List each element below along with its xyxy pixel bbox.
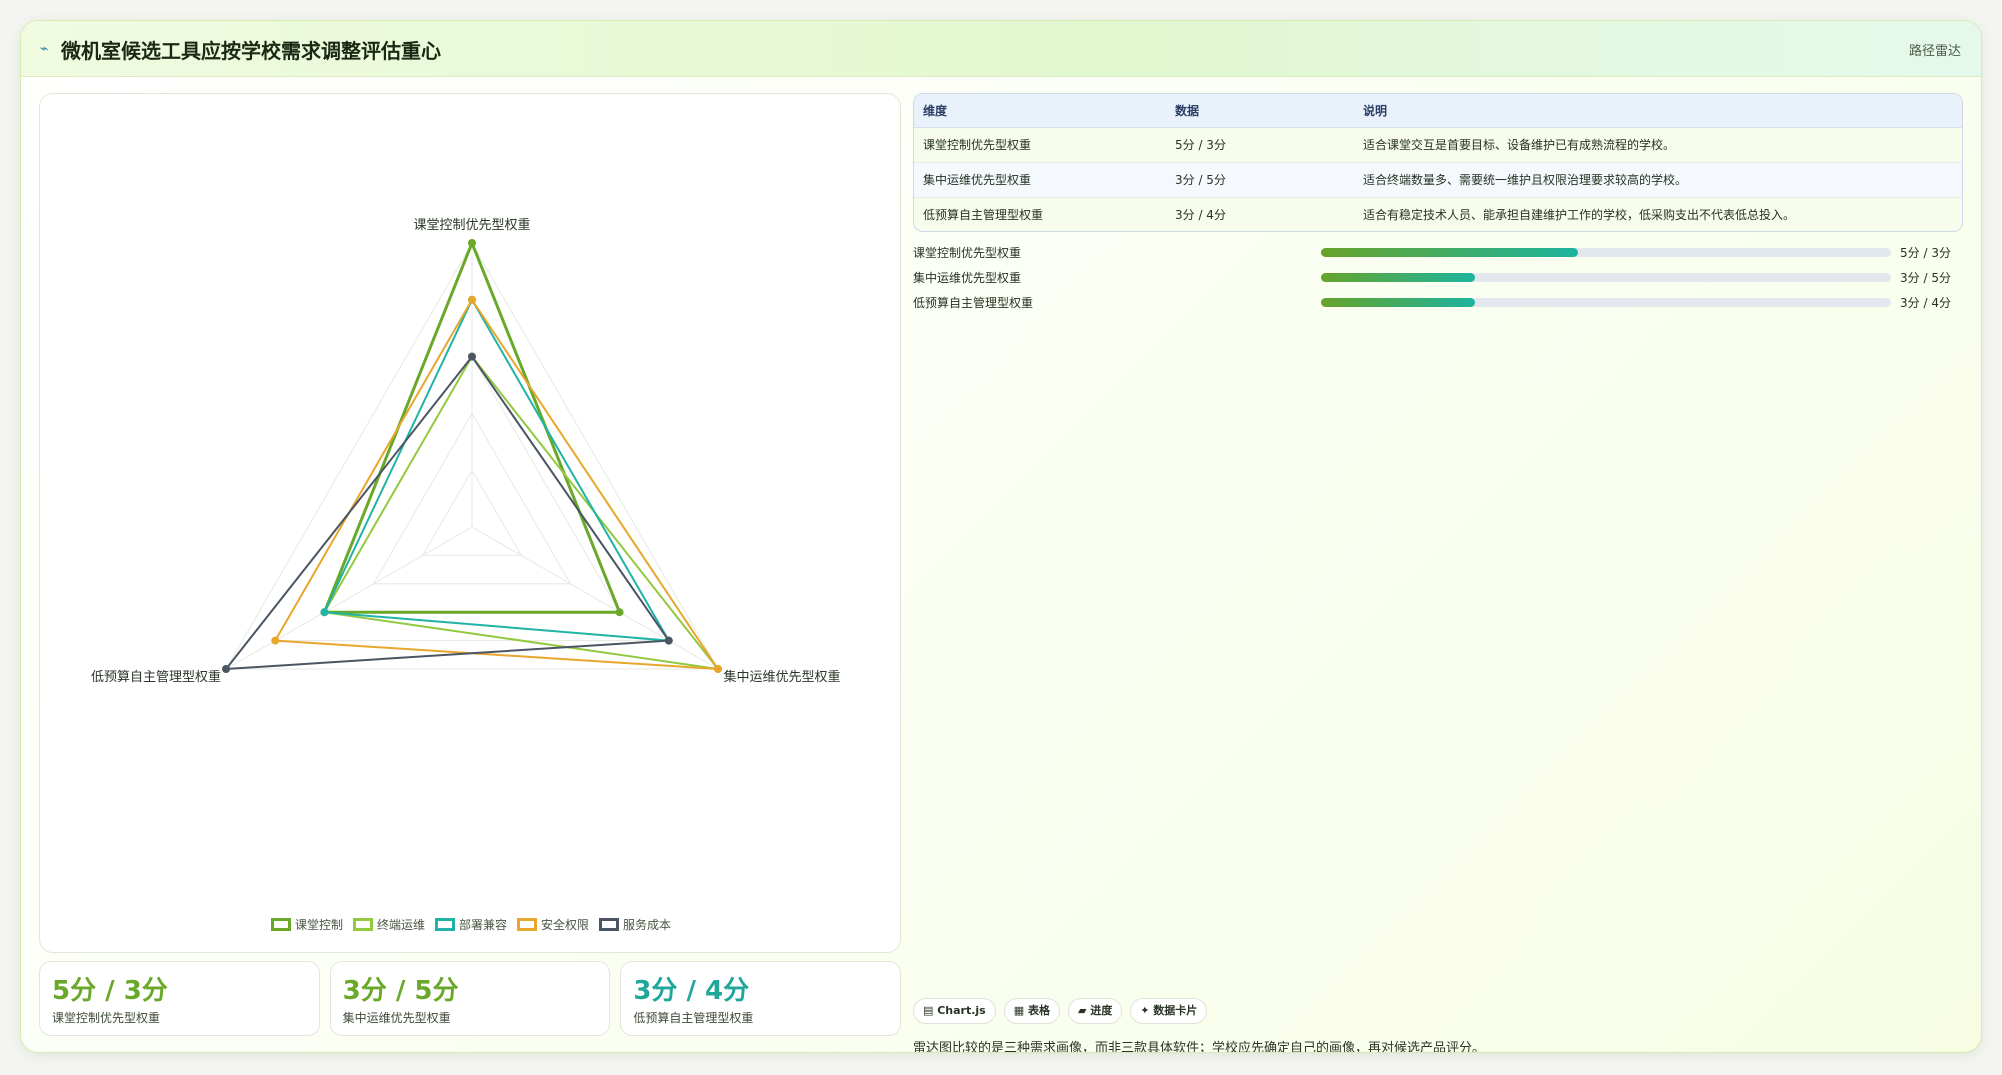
table-header-cell: 说明 xyxy=(1354,94,1962,128)
table-header-cell: 维度 xyxy=(914,94,1166,128)
page-title: 微机室候选工具应按学校需求调整评估重心 xyxy=(61,39,441,63)
legend-swatch xyxy=(270,918,291,931)
progress-track xyxy=(1321,248,1891,257)
progress-row: 集中运维优先型权重 3分 / 5分 xyxy=(913,268,1963,293)
legend-label: 课堂控制 xyxy=(294,918,343,932)
series-point xyxy=(468,352,476,361)
chip-data-card[interactable]: ✦ 数据卡片 xyxy=(1130,998,1208,1024)
chip-chartjs[interactable]: ▤ Chart.js xyxy=(913,998,996,1024)
legend-item[interactable]: 终端运维 xyxy=(352,916,425,933)
legend-swatch xyxy=(434,918,455,931)
axis-label: 低预算自主管理型权重 xyxy=(91,669,221,685)
progress-track xyxy=(1321,273,1891,282)
kpi-card: 3分 / 5分 集中运维优先型权重 xyxy=(329,961,611,1036)
series-point xyxy=(615,608,624,617)
table-cell-dim: 集中运维优先型权重 xyxy=(914,162,1166,198)
table-cell-data: 3分 / 5分 xyxy=(1166,162,1354,198)
header-bar: ⌁ 微机室候选工具应按学校需求调整评估重心 路径雷达 xyxy=(21,21,1981,77)
progress-value: 3分 / 5分 xyxy=(1900,271,1951,285)
kpi-card: 5分 / 3分 课堂控制优先型权重 xyxy=(39,961,320,1036)
series-point xyxy=(468,239,476,247)
legend-swatch xyxy=(352,918,373,931)
progress-label: 集中运维优先型权重 xyxy=(913,271,1022,285)
chart-line-icon: ⌁ xyxy=(40,41,49,57)
table-cell-data: 3分 / 4分 xyxy=(1166,197,1354,231)
footnote: 雷达图比较的是三种需求画像，而非三款具体软件；学校应先确定自己的画像，再对候选产… xyxy=(913,1041,1486,1053)
series-point xyxy=(713,665,722,673)
progress-value: 3分 / 4分 xyxy=(1900,296,1951,310)
progress-row: 课堂控制优先型权重 5分 / 3分 xyxy=(913,243,1963,268)
table-row: 低预算自主管理型权重 3分 / 4分 适合有稳定技术人员、能承担自建维护工作的学… xyxy=(914,197,1962,231)
progress-label: 课堂控制优先型权重 xyxy=(913,246,1022,260)
data-table-panel: 维度 数据 说明 课堂控制优先型权重 5分 / 3分 适合课堂交互是首要目标、设… xyxy=(913,93,1963,232)
progress-fill xyxy=(1321,298,1475,307)
kpi-cards: 5分 / 3分 课堂控制优先型权重 3分 / 5分 集中运维优先型权重 3分 /… xyxy=(39,961,902,1036)
progress-fill xyxy=(1321,273,1475,282)
progress-row: 低预算自主管理型权重 3分 / 4分 xyxy=(913,293,1963,318)
series-point xyxy=(664,636,673,645)
main-card: ⌁ 微机室候选工具应按学校需求调整评估重心 路径雷达 课堂控制优先型权重 集中运维… xyxy=(20,20,1982,1053)
table-cell-desc: 适合终端数量多、需要统一维护且权限治理要求较高的学校。 xyxy=(1354,162,1962,198)
table-cell-dim: 低预算自主管理型权重 xyxy=(914,197,1166,231)
kpi-value: 3分 / 4分 xyxy=(633,976,750,1006)
progress-value: 5分 / 3分 xyxy=(1900,246,1951,260)
table-row: 集中运维优先型权重 3分 / 5分 适合终端数量多、需要统一维护且权限治理要求较… xyxy=(914,162,1962,198)
series-line xyxy=(323,298,670,642)
table-cell-desc: 适合有稳定技术人员、能承担自建维护工作的学校，低采购支出不代表低总投入。 xyxy=(1354,197,1962,231)
chart-legend: 课堂控制 终端运维 部署兼容 安全权限 服务成本 xyxy=(40,916,902,933)
chip-table[interactable]: ▦ 表格 xyxy=(1003,998,1060,1024)
legend-item[interactable]: 安全权限 xyxy=(517,916,589,933)
radar-chart-panel: 课堂控制优先型权重集中运维优先型权重 低预算自主管理型权重 课堂控制 终端运维 部署兼… xyxy=(39,93,901,953)
kpi-label: 课堂控制优先型权重 xyxy=(52,1011,161,1025)
legend-swatch xyxy=(517,918,537,931)
kpi-label: 低预算自主管理型权重 xyxy=(633,1011,754,1025)
series-point xyxy=(222,665,231,673)
kpi-value: 5分 / 3分 xyxy=(52,976,168,1006)
legend-label: 安全权限 xyxy=(541,918,590,932)
progress-label: 低预算自主管理型权重 xyxy=(913,296,1034,310)
table-row: 课堂控制优先型权重 5分 / 3分 适合课堂交互是首要目标、设备维护已有成熟流程… xyxy=(914,127,1962,163)
table-header-cell: 数据 xyxy=(1166,94,1354,128)
data-table: 维度 数据 说明 课堂控制优先型权重 5分 / 3分 适合课堂交互是首要目标、设… xyxy=(914,94,1962,231)
table-cell-desc: 适合课堂交互是首要目标、设备维护已有成熟流程的学校。 xyxy=(1354,127,1962,163)
legend-item[interactable]: 服务成本 xyxy=(599,916,671,933)
legend-swatch xyxy=(599,918,620,931)
legend-item[interactable]: 课堂控制 xyxy=(270,916,343,933)
kpi-value: 3分 / 5分 xyxy=(342,976,459,1006)
series-point xyxy=(320,608,329,617)
progress-list: 课堂控制优先型权重 5分 / 3分 集中运维优先型权重 3分 / 5分 低预算自… xyxy=(913,243,1963,318)
progress-track xyxy=(1321,298,1891,307)
progress-fill xyxy=(1321,248,1578,257)
legend-label: 部署兼容 xyxy=(458,918,507,932)
feature-chips: ▤ Chart.js ▦ 表格 ▰ 进度 ✦ 数据卡片 xyxy=(913,998,1208,1024)
series-point xyxy=(271,636,280,645)
legend-label: 服务成本 xyxy=(623,918,672,932)
legend-label: 终端运维 xyxy=(376,918,425,932)
legend-item[interactable]: 部署兼容 xyxy=(434,916,507,933)
view-tag: 路径雷达 xyxy=(1908,44,1961,59)
axis-label: 集中运维优先型权重 xyxy=(723,669,840,685)
kpi-card: 3分 / 4分 低预算自主管理型权重 xyxy=(620,961,902,1036)
axis-label: 课堂控制优先型权重 xyxy=(413,217,530,233)
radar-chart: 课堂控制优先型权重集中运维优先型权重 低预算自主管理型权重 xyxy=(91,217,840,685)
table-header-row: 维度 数据 说明 xyxy=(914,94,1962,128)
series-point xyxy=(468,295,476,304)
table-cell-data: 5分 / 3分 xyxy=(1166,127,1354,163)
kpi-label: 集中运维优先型权重 xyxy=(342,1011,451,1025)
chip-progress[interactable]: ▰ 进度 xyxy=(1067,998,1123,1024)
table-cell-dim: 课堂控制优先型权重 xyxy=(914,127,1166,163)
